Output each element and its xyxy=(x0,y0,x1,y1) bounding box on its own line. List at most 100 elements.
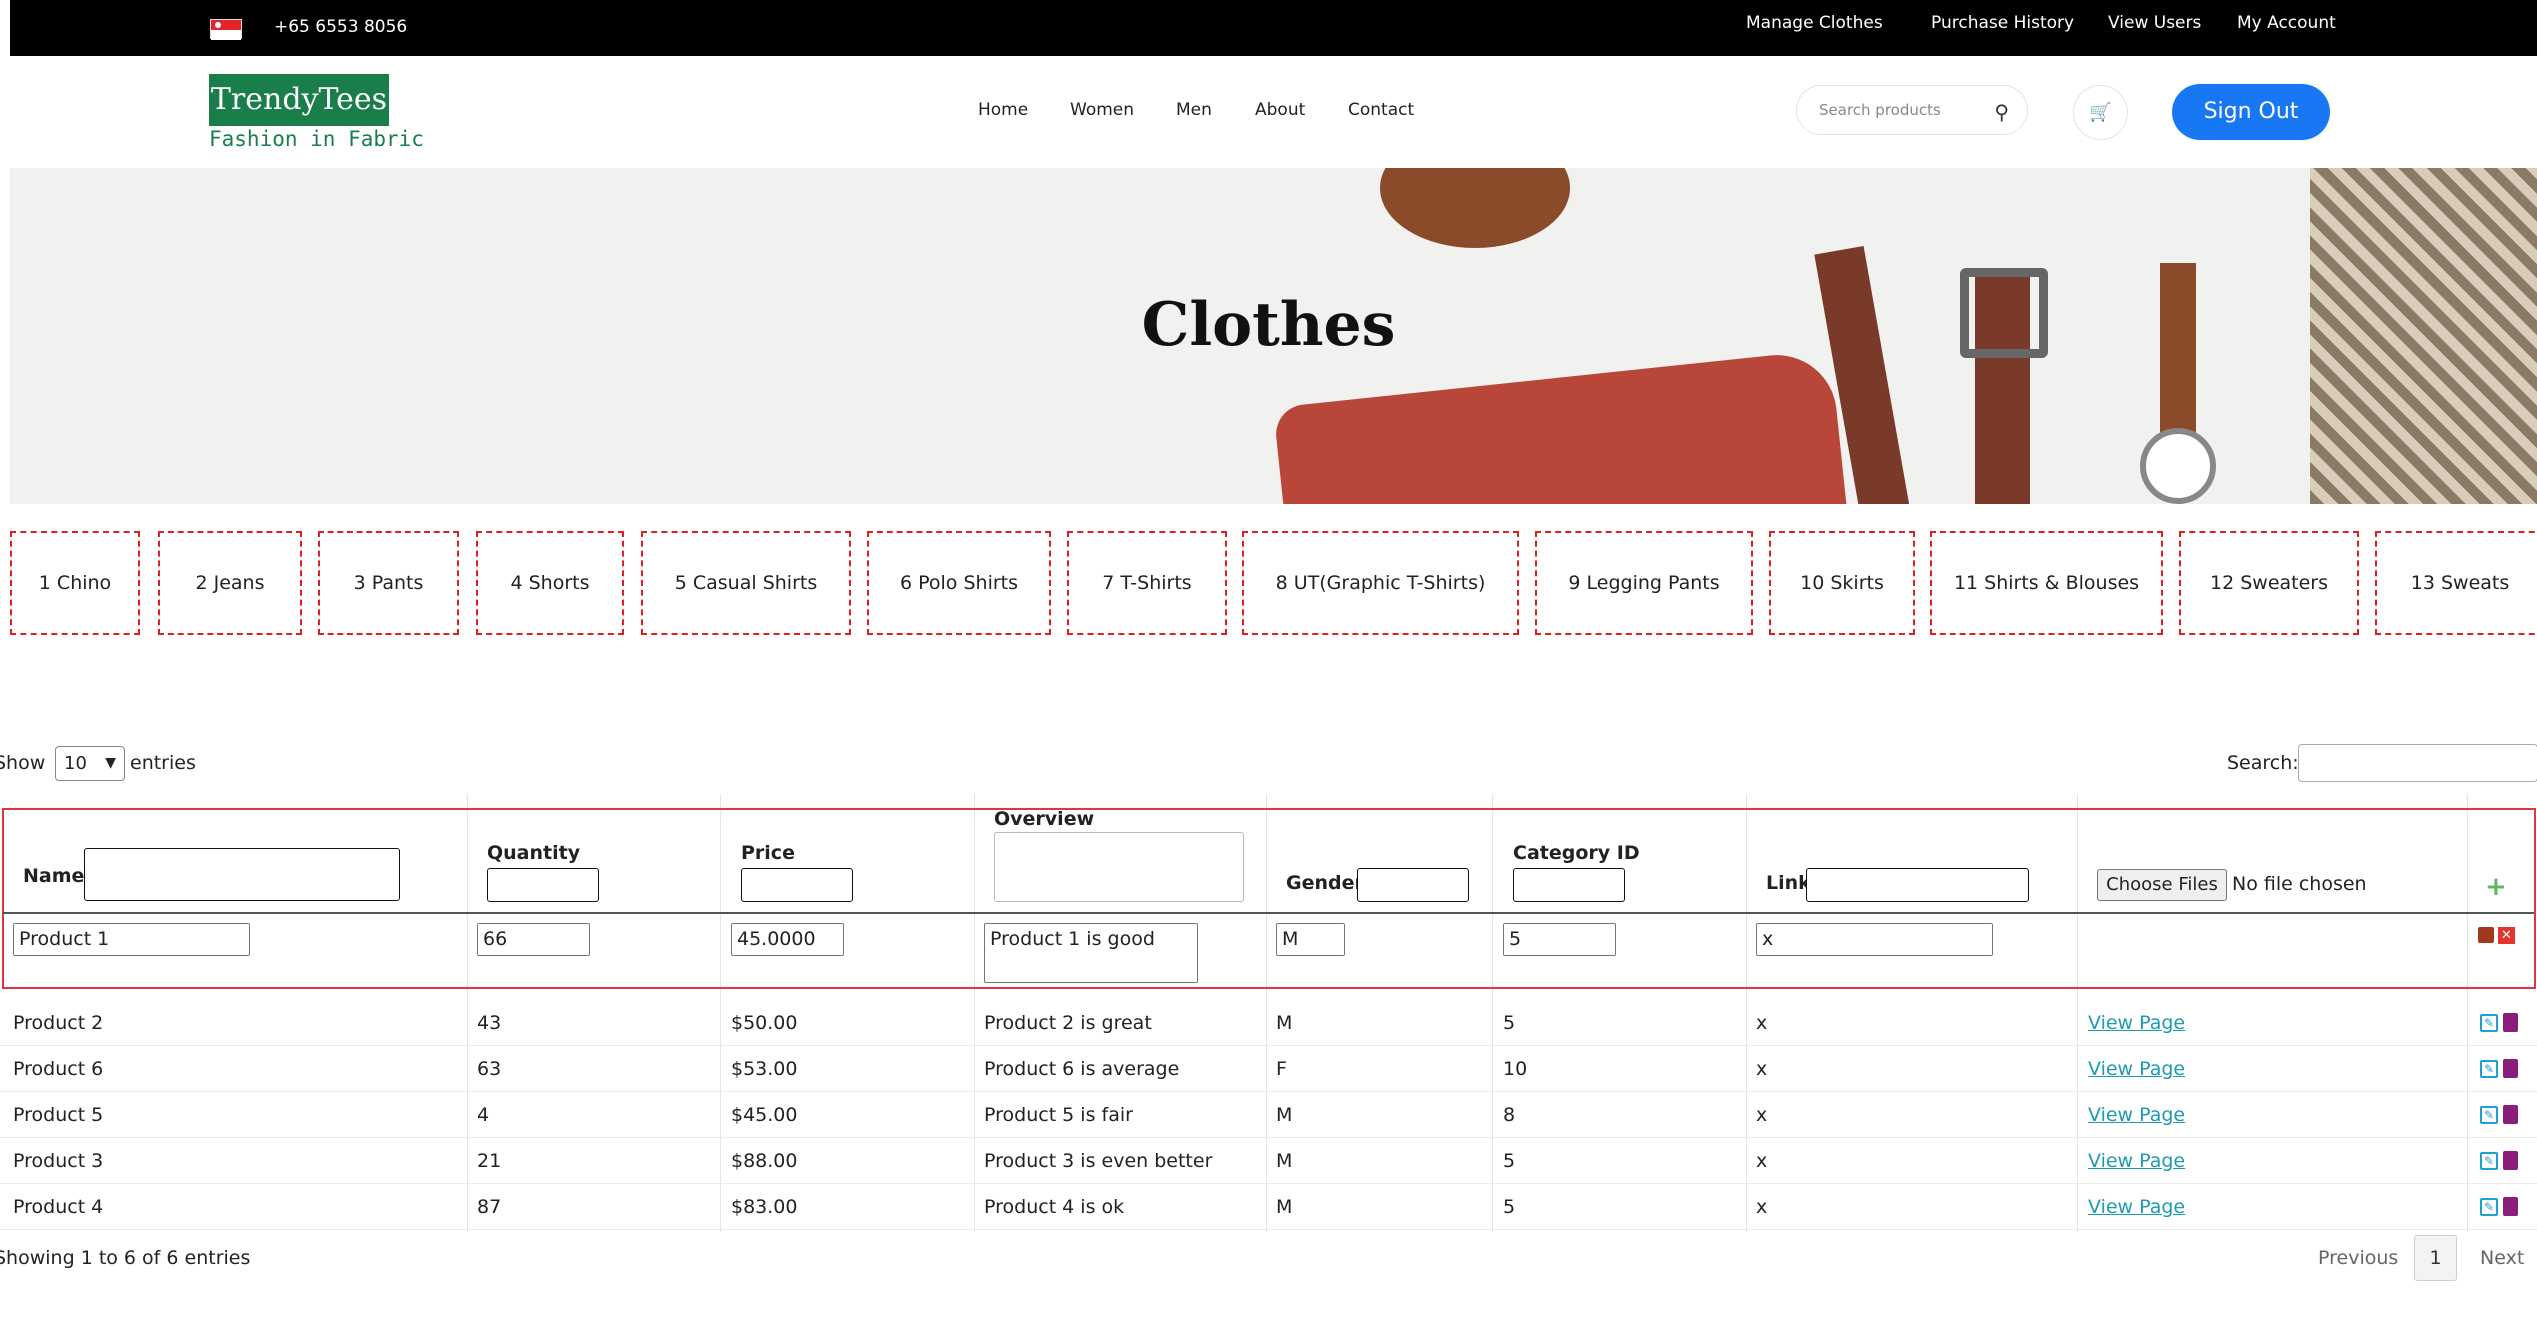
trash-icon[interactable] xyxy=(2503,1059,2518,1078)
cell-category-id: 5 xyxy=(1503,1150,1516,1172)
edit-icon[interactable]: ✎ xyxy=(2480,1152,2498,1170)
view-page-link[interactable]: View Page xyxy=(2088,1196,2185,1218)
add-row-icon[interactable]: + xyxy=(2485,872,2507,902)
cell-quantity: 4 xyxy=(477,1104,490,1126)
edit-quantity-input[interactable]: 66 xyxy=(477,923,590,956)
edit-icon[interactable]: ✎ xyxy=(2480,1198,2498,1216)
edit-gender-input[interactable]: M xyxy=(1276,923,1345,956)
category-sweats[interactable]: 13 Sweats xyxy=(2375,531,2537,635)
table-row: Product 2 43 $50.00 Product 2 is great M… xyxy=(0,1000,2537,1046)
category-pants[interactable]: 3 Pants xyxy=(318,531,459,635)
header-divider xyxy=(2,912,2534,914)
cell-link: x xyxy=(1756,1104,1768,1126)
cell-overview: Product 4 is ok xyxy=(984,1196,1125,1218)
cell-gender: F xyxy=(1276,1058,1287,1080)
logo[interactable]: TrendyTees xyxy=(209,74,389,126)
product-search-input[interactable]: Search products ⚲ xyxy=(1796,85,2028,135)
gender-filter-input[interactable] xyxy=(1357,868,1469,902)
top-bar: +65 6553 8056 Manage Clothes Purchase Hi… xyxy=(10,0,2537,56)
nav-manage-clothes[interactable]: Manage Clothes xyxy=(1746,13,1883,33)
cell-overview: Product 6 is average xyxy=(984,1058,1180,1080)
view-page-link[interactable]: View Page xyxy=(2088,1150,2185,1172)
edit-category-id-input[interactable]: 5 xyxy=(1503,923,1616,956)
logo-tagline: Fashion in Fabric xyxy=(209,127,424,151)
phone-number: +65 6553 8056 xyxy=(274,17,408,37)
category-polo-shirts[interactable]: 6 Polo Shirts xyxy=(867,531,1051,635)
page-1-button[interactable]: 1 xyxy=(2414,1235,2457,1281)
column-header-quantity: Quantity xyxy=(487,842,581,864)
category-shirts-blouses[interactable]: 11 Shirts & Blouses xyxy=(1930,531,2163,635)
category-id-filter-input[interactable] xyxy=(1513,868,1625,902)
edit-overview-textarea[interactable]: Product 1 is good xyxy=(984,923,1198,983)
category-jeans[interactable]: 2 Jeans xyxy=(158,531,302,635)
name-filter-input[interactable] xyxy=(84,848,400,901)
cell-name: Product 6 xyxy=(13,1058,104,1080)
category-shorts[interactable]: 4 Shorts xyxy=(476,531,624,635)
entries-label: entries xyxy=(130,752,196,774)
view-page-link[interactable]: View Page xyxy=(2088,1012,2185,1034)
nav-women[interactable]: Women xyxy=(1070,100,1134,120)
column-header-overview: Overview xyxy=(994,808,1095,830)
nav-purchase-history[interactable]: Purchase History xyxy=(1931,13,2074,33)
column-header-link: Link xyxy=(1766,872,1811,894)
category-casual-shirts[interactable]: 5 Casual Shirts xyxy=(641,531,851,635)
search-icon[interactable]: ⚲ xyxy=(1994,100,2009,124)
cell-price: $45.00 xyxy=(731,1104,798,1126)
edit-price-input[interactable]: 45.0000 xyxy=(731,923,844,956)
column-header-gender: Gender xyxy=(1286,872,1364,894)
edit-name-input[interactable]: Product 1 xyxy=(13,923,250,956)
edit-link-input[interactable]: x xyxy=(1756,923,1993,956)
cell-category-id: 8 xyxy=(1503,1104,1516,1126)
cell-price: $88.00 xyxy=(731,1150,798,1172)
trash-icon[interactable] xyxy=(2503,1151,2518,1170)
link-filter-input[interactable] xyxy=(1806,868,2029,902)
category-chino[interactable]: 1 Chino xyxy=(10,531,140,635)
cancel-icon[interactable]: ✕ xyxy=(2498,927,2515,944)
category-sweaters[interactable]: 12 Sweaters xyxy=(2179,531,2359,635)
cell-category-id: 5 xyxy=(1503,1012,1516,1034)
cell-gender: M xyxy=(1276,1104,1293,1126)
entries-length-value: 10 xyxy=(64,753,87,774)
cell-link: x xyxy=(1756,1012,1768,1034)
view-page-link[interactable]: View Page xyxy=(2088,1058,2185,1080)
column-header-name: Name xyxy=(23,865,85,887)
nav-home[interactable]: Home xyxy=(978,100,1028,120)
save-icon[interactable] xyxy=(2478,927,2494,943)
overview-filter-textarea[interactable] xyxy=(994,832,1244,902)
cell-name: Product 2 xyxy=(13,1012,104,1034)
trash-icon[interactable] xyxy=(2503,1105,2518,1124)
edit-icon[interactable]: ✎ xyxy=(2480,1106,2498,1124)
entries-length-select[interactable]: 10 ▼ xyxy=(55,746,125,781)
edit-icon[interactable]: ✎ xyxy=(2480,1060,2498,1078)
nav-men[interactable]: Men xyxy=(1176,100,1212,120)
table-search-input[interactable] xyxy=(2298,744,2537,782)
category-skirts[interactable]: 10 Skirts xyxy=(1769,531,1915,635)
column-header-price: Price xyxy=(741,842,795,864)
price-filter-input[interactable] xyxy=(741,868,853,902)
category-t-shirts[interactable]: 7 T-Shirts xyxy=(1067,531,1227,635)
nav-my-account[interactable]: My Account xyxy=(2237,13,2336,33)
previous-page-button[interactable]: Previous xyxy=(2318,1247,2398,1269)
cell-price: $83.00 xyxy=(731,1196,798,1218)
category-legging-pants[interactable]: 9 Legging Pants xyxy=(1535,531,1753,635)
nav-view-users[interactable]: View Users xyxy=(2108,13,2201,33)
quantity-filter-input[interactable] xyxy=(487,868,599,902)
nav-contact[interactable]: Contact xyxy=(1348,100,1414,120)
sign-out-button[interactable]: Sign Out xyxy=(2172,84,2330,140)
edit-icon[interactable]: ✎ xyxy=(2480,1014,2498,1032)
category-ut-graphic-t-shirts[interactable]: 8 UT(Graphic T-Shirts) xyxy=(1242,531,1519,635)
view-page-link[interactable]: View Page xyxy=(2088,1104,2185,1126)
cell-quantity: 87 xyxy=(477,1196,502,1218)
cart-button[interactable]: 🛒 xyxy=(2073,85,2128,140)
show-label: Show xyxy=(0,752,46,774)
cell-gender: M xyxy=(1276,1150,1293,1172)
trash-icon[interactable] xyxy=(2503,1197,2518,1216)
cell-gender: M xyxy=(1276,1012,1293,1034)
trash-icon[interactable] xyxy=(2503,1013,2518,1032)
table-row: Product 3 21 $88.00 Product 3 is even be… xyxy=(0,1138,2537,1184)
chevron-down-icon: ▼ xyxy=(105,755,116,771)
cell-overview: Product 5 is fair xyxy=(984,1104,1133,1126)
next-page-button[interactable]: Next xyxy=(2480,1247,2524,1269)
nav-about[interactable]: About xyxy=(1255,100,1305,120)
choose-files-button[interactable]: Choose Files xyxy=(2097,869,2227,901)
